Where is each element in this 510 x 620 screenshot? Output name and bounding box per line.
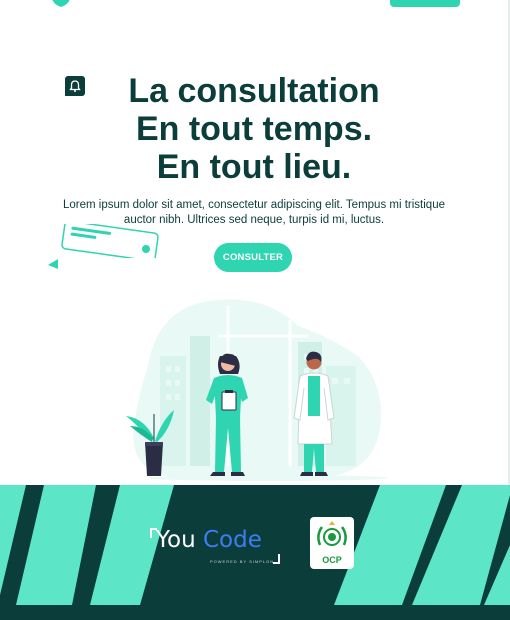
card-illustration — [61, 224, 159, 258]
ocp-logo[interactable]: OCP — [310, 517, 354, 569]
youcode-tagline: POWERED BY SIMPLON — [210, 559, 275, 564]
doctors-illustration — [126, 299, 388, 481]
ocp-emblem-icon — [317, 521, 347, 546]
hero-title: La consultation En tout temps. En tout l… — [0, 72, 508, 186]
hero-title-line: La consultation — [128, 72, 380, 110]
youcode-you: You — [156, 527, 196, 553]
youcode-code: Code — [203, 527, 262, 553]
consulter-button[interactable]: CONSULTER — [214, 243, 292, 272]
header-button[interactable] — [390, 0, 460, 7]
hero-title-line: En tout lieu. — [156, 148, 352, 186]
youcode-logo[interactable]: You Code POWERED BY SIMPLON — [150, 527, 280, 564]
hero-title-line: En tout temps. — [135, 110, 373, 148]
shield-logo-icon[interactable] — [50, 0, 72, 8]
play-triangle-icon — [48, 259, 58, 269]
bracket-right-icon — [273, 554, 280, 564]
ocp-label: OCP — [322, 555, 342, 565]
